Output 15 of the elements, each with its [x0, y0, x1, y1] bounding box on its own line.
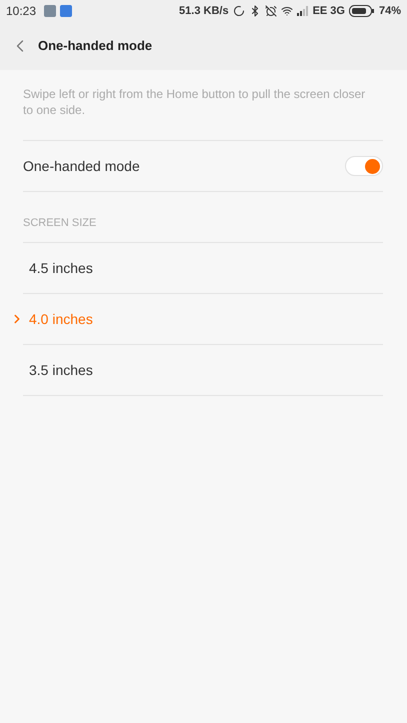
battery-percent: 74% [378, 4, 401, 19]
carrier-label: EE 3G [312, 4, 345, 19]
section-header: SCREEN SIZE [23, 216, 96, 232]
page-title: One-handed mode [38, 37, 152, 56]
size-option[interactable]: 3.5 inches [23, 344, 383, 395]
clock: 10:23 [6, 3, 36, 20]
setting-label: One-handed mode [23, 156, 140, 176]
toggle-switch[interactable] [345, 156, 383, 176]
signal-icon [296, 6, 309, 16]
size-option[interactable]: 4.5 inches [23, 242, 383, 293]
description-text: Swipe left or right from the Home button to pull the screen closer to one side. [23, 86, 366, 119]
battery-icon [348, 5, 375, 17]
sync-icon [232, 5, 245, 17]
network-speed: 51.3 KB/s [179, 4, 229, 19]
alarm-off-icon [264, 5, 277, 17]
